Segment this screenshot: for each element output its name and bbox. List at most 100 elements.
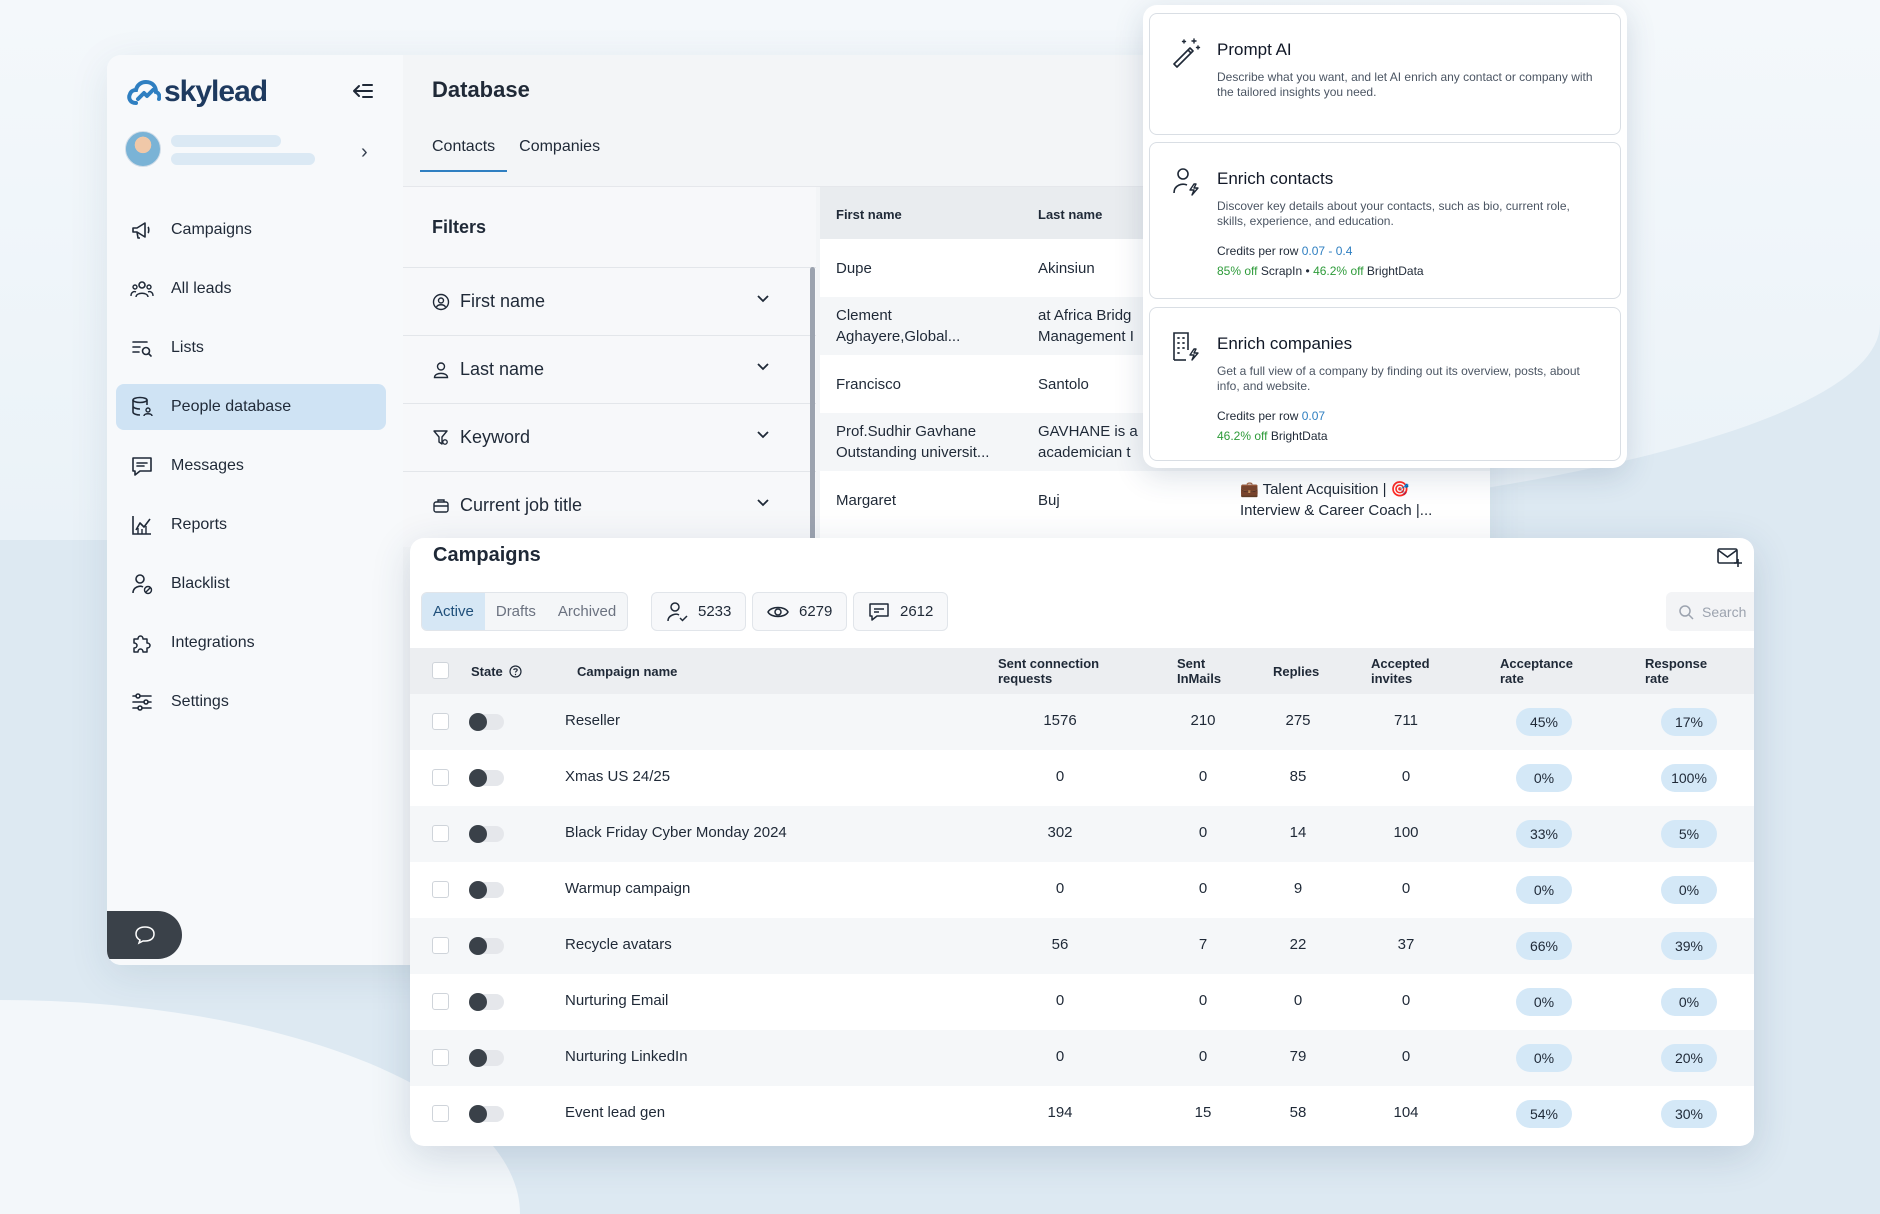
column-replies[interactable]: Replies xyxy=(1273,664,1319,679)
discount-2: 46.2% off xyxy=(1217,429,1268,443)
state-toggle[interactable] xyxy=(469,1105,504,1123)
table-row[interactable]: Reseller 1576 210 275 711 45% 17% xyxy=(410,694,1754,750)
sidebar-item-label: Lists xyxy=(171,339,204,356)
filters-panel: Filters First name Last name Keyword Cur… xyxy=(403,187,816,557)
table-row[interactable]: Nurturing LinkedIn 0 0 79 0 0% 20% xyxy=(410,1030,1754,1086)
table-row[interactable]: Nurturing Email 0 0 0 0 0% 0% xyxy=(410,974,1754,1030)
chat-button[interactable] xyxy=(107,911,182,959)
profile-switcher[interactable]: › xyxy=(125,129,377,173)
response-rate-badge: 0% xyxy=(1661,876,1717,904)
header-line: Sent connection xyxy=(998,656,1100,671)
collapse-sidebar-icon[interactable] xyxy=(349,77,377,105)
filter-last-name[interactable]: Last name xyxy=(403,335,816,403)
campaign-name[interactable]: Xmas US 24/25 xyxy=(565,768,670,785)
row-checkbox[interactable] xyxy=(432,713,449,730)
column-campaign-name[interactable]: Campaign name xyxy=(577,664,677,679)
row-checkbox[interactable] xyxy=(432,881,449,898)
header-line: requests xyxy=(998,671,1053,686)
search-input[interactable]: Search xyxy=(1666,592,1754,631)
column-sent-inmails[interactable]: Sent InMails xyxy=(1177,656,1221,686)
column-sent-connection-requests[interactable]: Sent connection requests xyxy=(998,656,1099,686)
stat-messages: 2612 xyxy=(853,592,949,631)
state-toggle[interactable] xyxy=(469,1049,504,1067)
select-all-checkbox[interactable] xyxy=(432,662,449,679)
cell-accepted: 37 xyxy=(1397,936,1415,953)
chevron-right-icon: › xyxy=(361,141,368,163)
table-row[interactable]: Event lead gen 194 15 58 104 54% 30% xyxy=(410,1086,1754,1142)
table-row[interactable]: Black Friday Cyber Monday 2024 302 0 14 100 3… xyxy=(410,806,1754,862)
state-toggle[interactable] xyxy=(469,881,504,899)
row-checkbox[interactable] xyxy=(432,1105,449,1122)
card-discounts: 85% off ScrapIn • 46.2% off BrightData xyxy=(1217,264,1424,278)
tab-contacts[interactable]: Contacts xyxy=(420,128,508,172)
campaign-name[interactable]: Black Friday Cyber Monday 2024 xyxy=(565,824,787,841)
table-row[interactable]: Warmup campaign 0 0 9 0 0% 0% xyxy=(410,862,1754,918)
campaign-name[interactable]: Reseller xyxy=(565,712,620,729)
column-response-rate[interactable]: Response rate xyxy=(1645,656,1707,686)
sidebar-item-people-database[interactable]: People database xyxy=(116,384,386,430)
filter-first-name[interactable]: First name xyxy=(403,267,816,335)
sidebar-item-messages[interactable]: Messages xyxy=(116,443,386,489)
row-checkbox[interactable] xyxy=(432,1049,449,1066)
tab-archived[interactable]: Archived xyxy=(547,593,627,630)
sidebar-item-all-leads[interactable]: All leads xyxy=(116,266,386,312)
acceptance-rate-badge: 45% xyxy=(1516,708,1572,736)
filter-current-job-title[interactable]: Current job title xyxy=(403,471,816,539)
row-checkbox[interactable] xyxy=(432,993,449,1010)
stat-value: 5233 xyxy=(698,603,732,620)
column-first-name[interactable]: First name xyxy=(836,207,902,222)
message-check-icon xyxy=(869,602,889,621)
row-checkbox[interactable] xyxy=(432,937,449,954)
sidebar-item-campaigns[interactable]: Campaigns xyxy=(116,207,386,253)
state-toggle[interactable] xyxy=(469,937,504,955)
state-toggle[interactable] xyxy=(469,993,504,1011)
campaign-name[interactable]: Nurturing LinkedIn xyxy=(565,1048,688,1065)
tab-companies[interactable]: Companies xyxy=(507,128,612,172)
column-state: State xyxy=(471,664,522,679)
state-toggle[interactable] xyxy=(469,769,504,787)
enrich-contacts-card[interactable]: Enrich contacts Discover key details abo… xyxy=(1149,142,1621,299)
row-checkbox[interactable] xyxy=(432,769,449,786)
sidebar-item-settings[interactable]: Settings xyxy=(116,679,386,725)
header-line: rate xyxy=(1500,671,1524,686)
state-toggle[interactable] xyxy=(469,713,504,731)
table-row[interactable]: Recycle avatars 56 7 22 37 66% 39% xyxy=(410,918,1754,974)
state-toggle[interactable] xyxy=(469,825,504,843)
prompt-ai-card[interactable]: Prompt AI Describe what you want, and le… xyxy=(1149,13,1621,135)
filters-scrollbar[interactable] xyxy=(810,267,815,557)
sidebar-item-lists[interactable]: Lists xyxy=(116,325,386,371)
tab-drafts[interactable]: Drafts xyxy=(485,593,547,630)
cell-inmails: 15 xyxy=(1194,1104,1212,1121)
header-line: invites xyxy=(1371,671,1413,686)
brand-name: skylead xyxy=(164,75,268,108)
campaign-name[interactable]: Recycle avatars xyxy=(565,936,672,953)
sidebar-item-reports[interactable]: Reports xyxy=(116,502,386,548)
enrich-companies-card[interactable]: Enrich companies Get a full view of a co… xyxy=(1149,307,1621,461)
cell-replies: 79 xyxy=(1289,1048,1307,1065)
campaign-name[interactable]: Warmup campaign xyxy=(565,880,690,897)
campaign-name[interactable]: Nurturing Email xyxy=(565,992,668,1009)
filter-keyword[interactable]: Keyword xyxy=(403,403,816,471)
cell-inmails: 7 xyxy=(1198,936,1208,953)
cell-accepted: 711 xyxy=(1394,712,1418,729)
help-icon[interactable] xyxy=(509,665,522,678)
campaign-name[interactable]: Event lead gen xyxy=(565,1104,665,1121)
cell-inmails: 0 xyxy=(1198,1048,1208,1065)
column-acceptance-rate[interactable]: Acceptance rate xyxy=(1500,656,1573,686)
sidebar-item-blacklist[interactable]: Blacklist xyxy=(116,561,386,607)
column-last-name[interactable]: Last name xyxy=(1038,207,1102,222)
sidebar-item-integrations[interactable]: Integrations xyxy=(116,620,386,666)
table-row[interactable]: Margaret Buj 💼 Talent Acquisition | 🎯 In… xyxy=(820,471,1490,529)
mail-plus-icon[interactable] xyxy=(1716,546,1742,568)
cell-accepted: 0 xyxy=(1401,992,1411,1009)
tab-active[interactable]: Active xyxy=(422,593,485,630)
table-row[interactable]: Xmas US 24/25 0 0 85 0 0% 100% xyxy=(410,750,1754,806)
header-line: Accepted xyxy=(1371,656,1430,671)
chevron-down-icon xyxy=(756,494,770,510)
row-checkbox[interactable] xyxy=(432,825,449,842)
column-accepted-invites[interactable]: Accepted invites xyxy=(1371,656,1430,686)
chart-icon xyxy=(129,512,155,538)
filter-search-icon xyxy=(433,429,448,445)
discount-2: 46.2% off xyxy=(1313,264,1364,278)
cell-accepted: 0 xyxy=(1401,880,1411,897)
